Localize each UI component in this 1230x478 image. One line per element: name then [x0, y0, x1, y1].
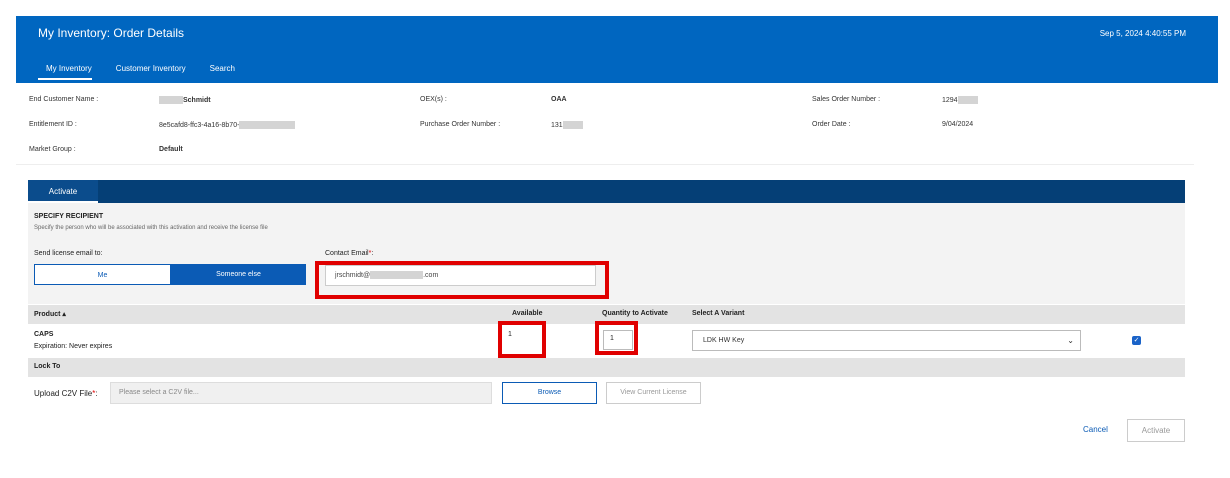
market-group-value: Default: [159, 146, 183, 153]
recipient-heading: SPECIFY RECIPIENT: [34, 213, 104, 220]
contact-email-input[interactable]: jrschmidt@ .com: [325, 265, 596, 286]
redacted-block: [957, 96, 978, 104]
view-current-license-button[interactable]: View Current License: [606, 382, 701, 404]
label-colon: :: [95, 389, 98, 398]
end-customer-value: Schmidt: [159, 96, 211, 104]
order-details: End Customer Name : Schmidt Entitlement …: [0, 0, 1230, 165]
redacted-block: [239, 121, 296, 129]
upload-c2v-label: Upload C2V File*:: [34, 389, 98, 398]
product-expiration: Expiration: Never expires: [34, 343, 113, 350]
c2v-file-input[interactable]: Please select a C2V file...: [110, 382, 492, 404]
contact-email-text: Contact Email: [325, 250, 369, 257]
entitlement-text: 8e5cafd8-ffc3-4a16-8b70-: [159, 121, 240, 129]
redacted-block: [159, 96, 183, 104]
panel-tab-bar: Activate: [28, 180, 1185, 203]
redacted-block: [370, 271, 424, 280]
po-value: 131: [551, 121, 583, 129]
products-table-header: Product ▴ Available Quantity to Activate…: [28, 305, 1185, 324]
divider: [16, 164, 1194, 165]
sales-order-label: Sales Order Number :: [812, 96, 881, 103]
order-date-label: Order Date :: [812, 121, 851, 128]
table-row: CAPS Expiration: Never expires 1 1 LDK H…: [28, 324, 1185, 357]
specify-recipient-section: SPECIFY RECIPIENT Specify the person who…: [28, 203, 1185, 304]
contact-email-label: Contact Email*:: [325, 250, 373, 257]
upload-label-text: Upload C2V File: [34, 389, 93, 398]
oex-label: OEX(s) :: [420, 96, 447, 103]
toggle-me-button[interactable]: Me: [34, 264, 171, 285]
chevron-down-icon: ⌄: [1067, 336, 1074, 345]
activate-button[interactable]: Activate: [1127, 419, 1185, 442]
email-prefix: jrschmidt@: [335, 272, 371, 279]
lock-to-heading: Lock To: [34, 363, 61, 370]
quantity-input[interactable]: 1: [603, 330, 633, 350]
sales-order-value: 1294: [942, 96, 978, 104]
toggle-someone-else-button[interactable]: Someone else: [171, 264, 306, 285]
end-customer-text: Schmidt: [183, 96, 211, 104]
tab-activate[interactable]: Activate: [28, 180, 98, 203]
recipient-description: Specify the person who will be associate…: [34, 225, 268, 231]
column-product[interactable]: Product ▴: [34, 310, 66, 318]
row-checkbox[interactable]: ✓: [1132, 336, 1141, 345]
column-variant: Select A Variant: [692, 310, 745, 317]
browse-button[interactable]: Browse: [502, 382, 597, 404]
column-quantity: Quantity to Activate: [602, 310, 668, 317]
po-label: Purchase Order Number :: [420, 121, 501, 128]
market-group-label: Market Group :: [29, 146, 76, 153]
end-customer-label: End Customer Name :: [29, 96, 99, 103]
entitlement-label: Entitlement ID :: [29, 121, 77, 128]
send-license-label: Send license email to:: [34, 250, 103, 257]
variant-select[interactable]: LDK HW Key ⌄: [692, 330, 1081, 351]
po-text: 131: [551, 121, 563, 129]
lock-to-header: Lock To: [28, 358, 1185, 377]
recipient-toggle: Me Someone else: [34, 264, 306, 285]
column-available: Available: [512, 310, 543, 317]
redacted-block: [562, 121, 583, 129]
available-value: 1: [502, 327, 532, 347]
oex-value: OAA: [551, 96, 567, 103]
product-name: CAPS: [34, 331, 54, 338]
cancel-button[interactable]: Cancel: [1083, 425, 1108, 434]
sales-order-text: 1294: [942, 96, 958, 104]
email-suffix: .com: [423, 272, 439, 279]
entitlement-value: 8e5cafd8-ffc3-4a16-8b70-: [159, 121, 296, 129]
label-colon: :: [371, 250, 374, 257]
order-date-value: 9/04/2024: [942, 121, 974, 128]
variant-selected-value: LDK HW Key: [703, 337, 745, 344]
upload-section: Upload C2V File*: Please select a C2V fi…: [28, 378, 1185, 410]
